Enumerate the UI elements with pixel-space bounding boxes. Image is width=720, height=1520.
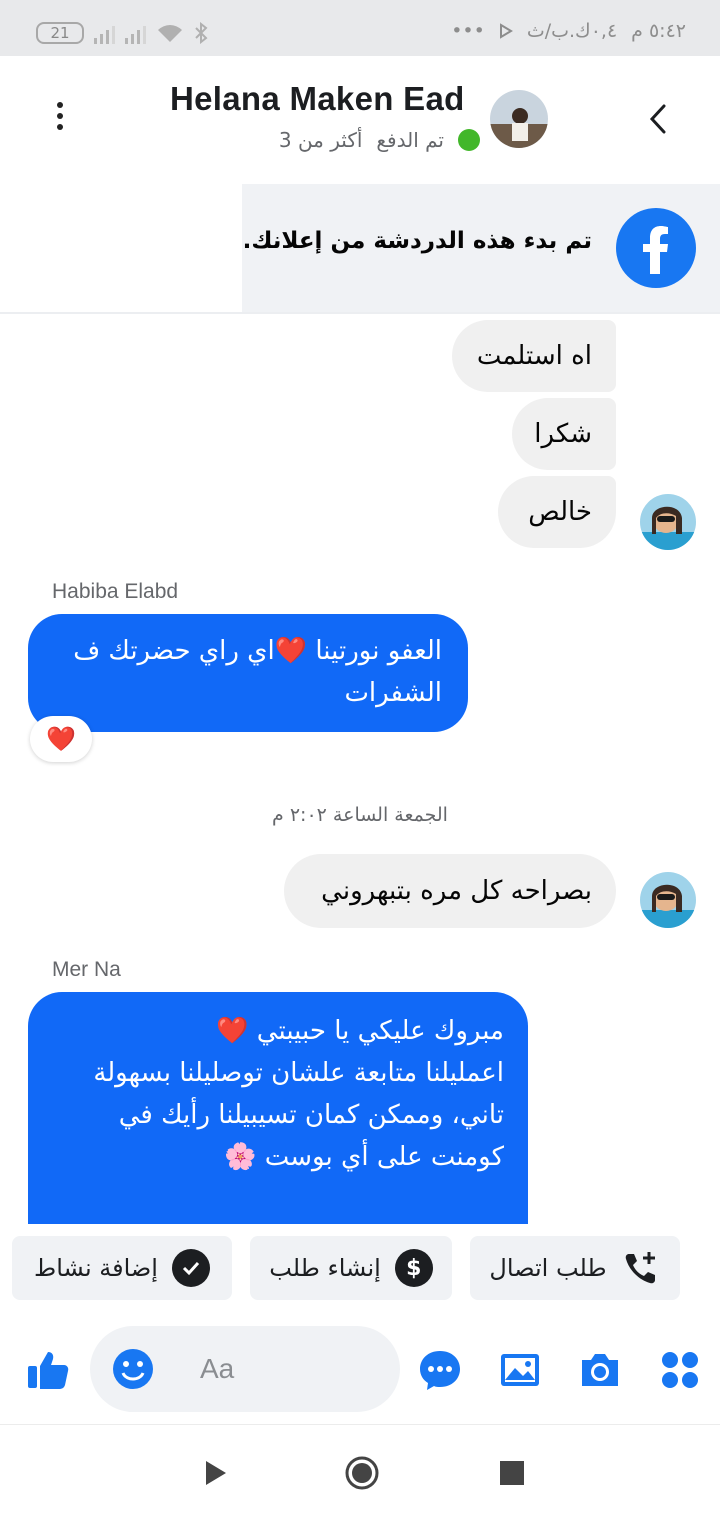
message-bubble-incoming[interactable]: بصراحه كل مره بتبهروني	[284, 854, 616, 928]
more-actions-icon[interactable]	[658, 1348, 702, 1392]
contact-name[interactable]: Helana Maken Ead	[170, 80, 465, 118]
contact-avatar[interactable]	[490, 90, 548, 148]
bluetooth-icon	[195, 22, 208, 44]
message-timestamp: الجمعة الساعة ٢:٠٢ م	[272, 804, 448, 826]
gallery-icon[interactable]	[498, 1348, 542, 1392]
contact-avatar-small[interactable]	[640, 872, 696, 928]
message-bubble-incoming[interactable]: شكرا	[512, 398, 616, 470]
contact-avatar-small[interactable]	[640, 494, 696, 550]
thumbs-up-icon[interactable]	[26, 1348, 70, 1392]
message-text: بصراحه كل مره بتبهروني	[321, 876, 592, 906]
dollar-icon: $	[394, 1249, 433, 1287]
more-than-label: أكثر من 3	[278, 128, 363, 152]
play-store-icon	[499, 23, 513, 39]
message-text: اه استلمت	[476, 341, 592, 371]
signal-icon-2	[125, 22, 146, 44]
message-bubble-outgoing[interactable]: العفو نورتينا ❤️اي راي حضرتك ف الشفرات	[28, 614, 468, 732]
chat-bubble-icon[interactable]	[418, 1348, 462, 1392]
message-bubble-incoming[interactable]: اه استلمت	[452, 320, 616, 392]
create-order-button[interactable]: $ إنشاء طلب	[250, 1236, 452, 1300]
message-input-container[interactable]	[90, 1326, 400, 1412]
heart-reaction: ❤️	[46, 725, 76, 753]
signal-icon	[94, 22, 115, 44]
message-bubble-incoming[interactable]: خالص	[498, 476, 616, 548]
paid-status-dot	[458, 129, 480, 151]
back-chevron-icon[interactable]	[642, 94, 672, 144]
back-nav-icon[interactable]	[200, 1457, 232, 1489]
checkmark-icon	[171, 1249, 210, 1287]
battery-level: 21	[50, 24, 70, 42]
message-text: اعمليلنا متابعة علشان توصليلنا بسهولة	[93, 1058, 504, 1088]
message-input[interactable]	[200, 1348, 380, 1390]
call-request-label: طلب اتصال	[489, 1254, 607, 1282]
clock: ٥:٤٢ م	[631, 20, 686, 42]
paid-status-label: تم الدفع	[376, 128, 444, 152]
network-speed: ٠,٤ك.ب/ث	[526, 20, 618, 42]
message-text: العفو نورتينا ❤️اي راي حضرتك ف	[73, 636, 442, 666]
add-call-icon	[625, 1252, 655, 1284]
message-composer	[0, 1316, 720, 1422]
recents-nav-icon[interactable]	[496, 1457, 528, 1489]
ad-origin-text: تم بدء هذه الدردشة من إعلانك.	[242, 228, 592, 254]
sender-name: Mer Na	[52, 958, 121, 981]
message-text: مبروك عليكي يا حبيبتي ❤️	[216, 1016, 504, 1046]
chat-header: Helana Maken Ead تم الدفع أكثر من 3	[0, 56, 720, 184]
call-request-button[interactable]: طلب اتصال	[470, 1236, 680, 1300]
add-activity-label: إضافة نشاط	[34, 1254, 158, 1282]
message-text: الشفرات	[344, 678, 442, 708]
divider	[0, 312, 720, 314]
sender-name: Habiba Elabd	[52, 580, 179, 603]
battery-icon: 21	[36, 22, 84, 44]
create-order-label: إنشاء طلب	[269, 1254, 381, 1282]
add-activity-button[interactable]: إضافة نشاط	[12, 1236, 232, 1300]
system-navigation-bar	[0, 1424, 720, 1520]
camera-icon[interactable]	[578, 1348, 622, 1392]
reaction-badge[interactable]: ❤️	[30, 716, 92, 762]
facebook-logo-icon	[616, 208, 696, 288]
home-nav-icon[interactable]	[344, 1455, 380, 1491]
contact-subtitle: تم الدفع أكثر من 3	[279, 128, 480, 152]
wifi-icon	[158, 25, 182, 42]
status-bar: 21 ٥:٤٢ م ٠,٤ك.ب/ث •••	[0, 0, 720, 56]
notification-dots: •••	[451, 20, 485, 42]
message-text: شكرا	[534, 419, 592, 449]
message-text: تاني، وممكن كمان تسيبيلنا رأيك في	[118, 1100, 504, 1130]
message-bubble-outgoing[interactable]: مبروك عليكي يا حبيبتي ❤️ اعمليلنا متابعة…	[28, 992, 528, 1224]
message-text: خالص	[528, 497, 592, 527]
more-options-icon[interactable]	[50, 102, 70, 138]
emoji-icon[interactable]	[112, 1348, 154, 1390]
message-text: كومنت على أي بوست 🌸	[224, 1142, 504, 1172]
ad-origin-banner: تم بدء هذه الدردشة من إعلانك.	[242, 184, 720, 312]
